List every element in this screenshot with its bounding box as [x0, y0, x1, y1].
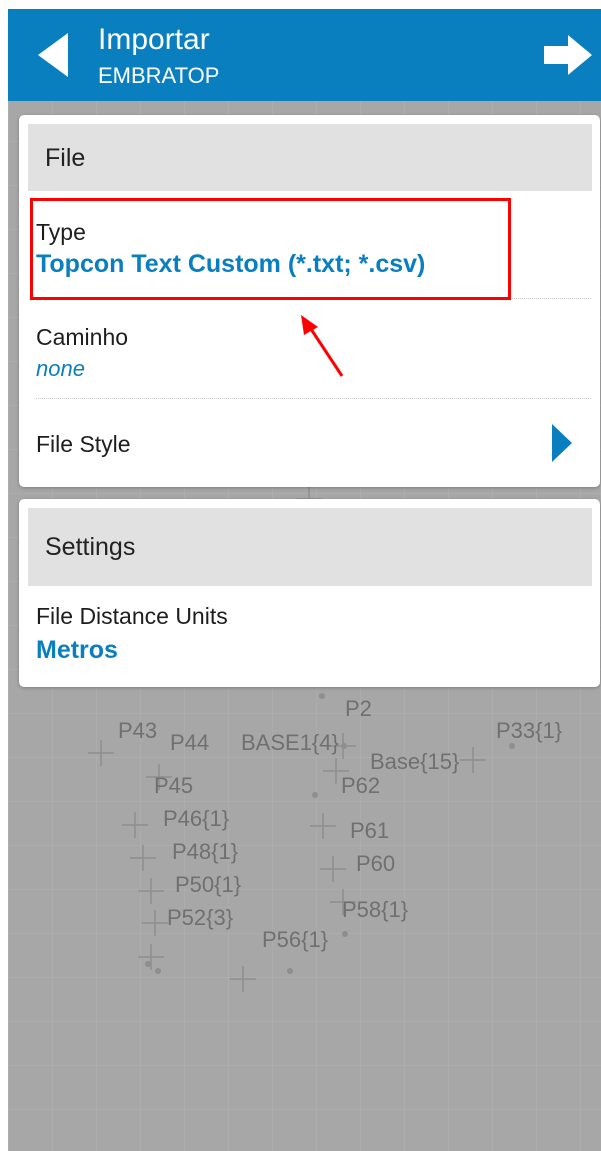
map-label-p48: P48{1} [172, 839, 238, 864]
chevron-right-icon[interactable] [550, 424, 574, 462]
settings-card: Settings File Distance Units Metros [19, 499, 600, 687]
map-label-p46: P46{1} [163, 806, 229, 831]
map-label-p60: P60 [356, 851, 395, 876]
map-label-p61: P61 [350, 818, 389, 843]
type-label: Type [36, 219, 86, 245]
distance-units-value[interactable]: Metros [36, 635, 118, 665]
divider [36, 398, 591, 399]
map-label-p58: P58{1} [342, 897, 408, 922]
file-section-title: File [45, 144, 86, 172]
page-title: Importar [98, 23, 210, 56]
type-value[interactable]: Topcon Text Custom (*.txt; *.csv) [36, 249, 425, 279]
map-label-p44: P44 [170, 730, 209, 755]
file-card: File Type Topcon Text Custom (*.txt; *.c… [19, 115, 600, 487]
type-row[interactable] [28, 199, 592, 297]
distance-units-label: File Distance Units [36, 603, 228, 629]
map-label-p33: P33{1} [496, 718, 562, 743]
map-label-p45: P45 [154, 773, 193, 798]
page-subtitle: EMBRATOP [98, 63, 220, 88]
back-button[interactable] [28, 29, 80, 81]
app-screen: P2 P43 P44 BASE1{4} P33{1} Base{15} P45 … [8, 9, 601, 1151]
next-button[interactable] [542, 33, 594, 77]
forward-arrow-icon [544, 35, 592, 75]
path-value[interactable]: none [36, 356, 85, 382]
map-label-p50: P50{1} [175, 872, 241, 897]
path-label: Caminho [36, 324, 129, 350]
map-label-p2: P2 [345, 696, 372, 721]
settings-section-title: Settings [45, 533, 136, 561]
map-label-p52: P52{3} [167, 905, 233, 930]
divider [36, 298, 591, 299]
map-label-p62: P62 [341, 773, 380, 798]
settings-section-header: Settings [28, 508, 592, 586]
map-label-p56: P56{1} [262, 927, 328, 952]
back-arrow-icon [38, 33, 68, 77]
map-label-p43: P43 [118, 718, 157, 743]
app-header: Importar EMBRATOP [8, 9, 601, 101]
map-label-base15: Base{15} [370, 749, 459, 774]
file-section-header: File [28, 124, 592, 191]
map-label-base1: BASE1{4} [241, 730, 339, 755]
file-style-label: File Style [36, 431, 131, 457]
